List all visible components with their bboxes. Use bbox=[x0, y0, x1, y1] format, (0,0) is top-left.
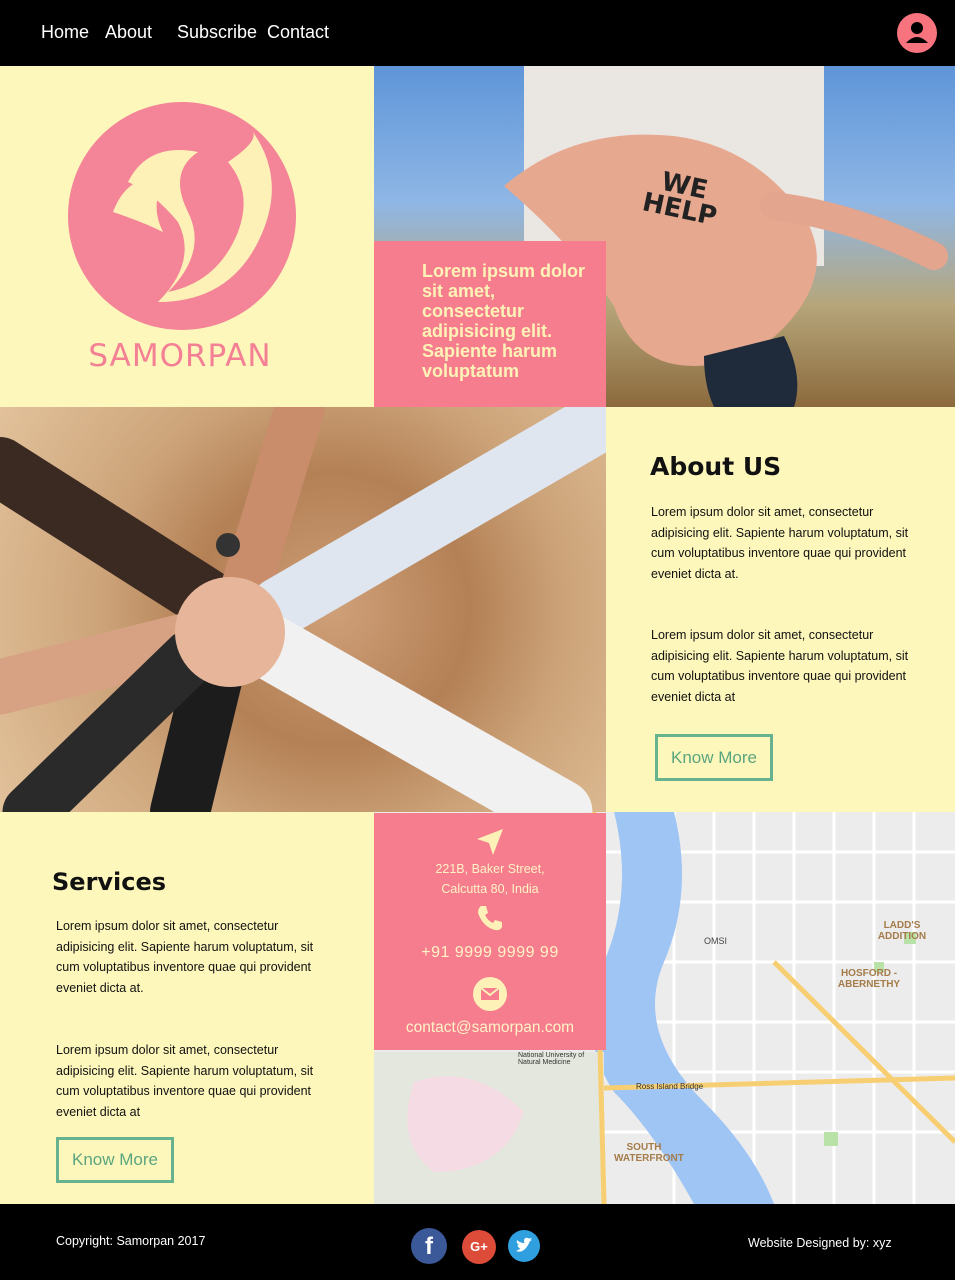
about-know-more-button[interactable]: Know More bbox=[655, 734, 773, 781]
contact-info-box: 221B, Baker Street, Calcutta 80, India +… bbox=[374, 813, 606, 1050]
about-panel: About US Lorem ipsum dolor sit amet, con… bbox=[606, 407, 955, 812]
map-label-bridge: Ross Island Bridge bbox=[636, 1082, 704, 1091]
twitter-icon[interactable] bbox=[508, 1230, 540, 1262]
map-label-omsi: OMSI bbox=[704, 936, 728, 946]
brand-name: SAMORPAN bbox=[88, 338, 272, 374]
location-arrow-icon bbox=[374, 827, 606, 862]
brand-logo bbox=[68, 102, 296, 330]
samorpan-logo-icon bbox=[113, 132, 272, 302]
map-label-hosford: HOSFORD - ABERNETHY bbox=[837, 968, 901, 990]
about-paragraph-2: Lorem ipsum dolor sit amet, consectetur … bbox=[651, 628, 909, 704]
nav-home[interactable]: Home bbox=[41, 22, 89, 43]
nav-subscribe[interactable]: Subscribe bbox=[177, 22, 257, 43]
stacked-hands-illustration bbox=[0, 407, 606, 812]
designer-credit: Website Designed by: xyz bbox=[748, 1236, 892, 1250]
services-paragraph-1: Lorem ipsum dolor sit amet, consectetur … bbox=[56, 919, 314, 995]
top-navbar: Home About Subscribe Contact bbox=[0, 0, 955, 66]
services-know-more-button[interactable]: Know More bbox=[56, 1137, 174, 1183]
map-label-ladds: LADD'S ADDITION bbox=[877, 920, 927, 942]
copyright-text: Copyright: Samorpan 2017 bbox=[56, 1234, 206, 1248]
nav-about[interactable]: About bbox=[105, 22, 152, 43]
address-line-1: 221B, Baker Street, bbox=[435, 862, 545, 876]
google-plus-icon[interactable]: G+ bbox=[462, 1230, 496, 1264]
about-title: About US bbox=[650, 452, 782, 481]
services-panel: Services Lorem ipsum dolor sit amet, con… bbox=[0, 812, 374, 1204]
phone-number[interactable]: +91 9999 9999 99 bbox=[374, 944, 606, 962]
hero-tagline-box: Lorem ipsum dolor sit amet, consectetur … bbox=[374, 241, 606, 407]
map-label-south-waterfront: SOUTH WATERFRONT bbox=[614, 1142, 684, 1164]
team-hands-image bbox=[0, 407, 606, 812]
services-paragraph-2: Lorem ipsum dolor sit amet, consectetur … bbox=[56, 1043, 314, 1119]
user-icon bbox=[906, 22, 928, 43]
email-address[interactable]: contact@samorpan.com bbox=[374, 1019, 606, 1037]
nav-contact[interactable]: Contact bbox=[267, 22, 329, 43]
user-account-button[interactable] bbox=[897, 13, 937, 53]
mail-icon bbox=[374, 975, 606, 1018]
hero-tagline: Lorem ipsum dolor sit amet, consectetur … bbox=[422, 261, 586, 381]
facebook-icon[interactable]: f bbox=[411, 1228, 447, 1264]
services-title: Services bbox=[52, 868, 167, 896]
phone-icon bbox=[374, 903, 606, 938]
address-line-2: Calcutta 80, India bbox=[441, 882, 539, 896]
about-paragraph-1: Lorem ipsum dolor sit amet, consectetur … bbox=[651, 505, 909, 581]
map-label-university: National University of Natural Medicine bbox=[518, 1052, 585, 1066]
